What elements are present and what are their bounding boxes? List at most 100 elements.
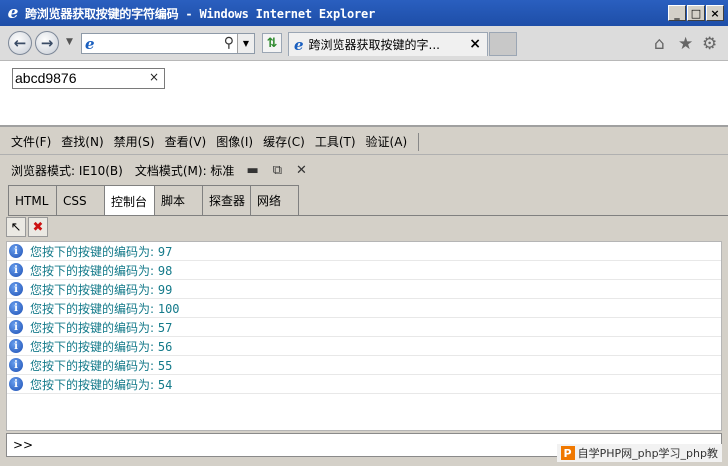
console-row: i 您按下的按键的编码为: 100 — [7, 299, 721, 318]
back-icon[interactable]: ← — [8, 31, 32, 55]
gear-icon[interactable]: ⚙ — [702, 34, 717, 54]
console-message: 您按下的按键的编码为: 100 — [30, 300, 180, 317]
tab-profiler[interactable]: 探查器 — [202, 185, 251, 215]
message-prefix: 您按下的按键的编码为: — [30, 244, 158, 259]
message-prefix: 您按下的按键的编码为: — [30, 377, 158, 392]
devtools-menu-bar: 文件(F) 查找(N) 禁用(S) 查看(V) 图像(I) 缓存(C) 工具(T… — [0, 129, 728, 155]
home-icon[interactable]: ⌂ — [654, 34, 665, 54]
console-row: i 您按下的按键的编码为: 54 — [7, 375, 721, 394]
key-code: 98 — [157, 263, 173, 278]
menu-images[interactable]: 图像(I) — [216, 133, 253, 150]
console-toolbar: ↖ ✖ — [6, 217, 48, 239]
close-devtools-icon[interactable]: ✕ — [296, 163, 307, 178]
console-row: i 您按下的按键的编码为: 97 — [7, 242, 721, 261]
tab-html[interactable]: HTML — [8, 185, 57, 215]
minimize-button[interactable]: _ — [668, 5, 686, 21]
menu-disable[interactable]: 禁用(S) — [114, 133, 155, 150]
key-code: 100 — [157, 301, 180, 316]
watermark: P 自学PHP网_php学习_php教 — [556, 444, 722, 462]
navigation-bar: ← → ▼ e ⚲ ▼ ⇅ e 跨浏览器获取按键的字... × ⌂ ★ ⚙ — [0, 26, 728, 61]
new-tab-button[interactable] — [489, 32, 517, 56]
info-icon: i — [9, 377, 23, 391]
message-prefix: 您按下的按键的编码为: — [30, 301, 158, 316]
key-input[interactable]: abcd9876 — [12, 68, 165, 89]
refresh-icon[interactable]: ⇅ — [262, 33, 282, 53]
tab-close-icon[interactable]: × — [469, 36, 481, 52]
message-prefix: 您按下的按键的编码为: — [30, 263, 158, 278]
console-row: i 您按下的按键的编码为: 56 — [7, 337, 721, 356]
devtools-tabs: HTML CSS 控制台 脚本 探查器 网络 — [8, 185, 299, 216]
info-icon: i — [9, 339, 23, 353]
menu-find[interactable]: 查找(N) — [61, 133, 103, 150]
info-icon: i — [9, 301, 23, 315]
key-code: 97 — [157, 244, 173, 259]
menu-file[interactable]: 文件(F) — [11, 133, 51, 150]
menu-cache[interactable]: 缓存(C) — [263, 133, 305, 150]
address-bar[interactable]: e ⚲ ▼ — [81, 33, 255, 54]
key-code: 57 — [157, 320, 173, 335]
title-bar: e 跨浏览器获取按键的字符编码 - Windows Internet Explo… — [0, 0, 728, 26]
info-icon: i — [9, 263, 23, 277]
console-message: 您按下的按键的编码为: 54 — [30, 376, 172, 393]
console-message: 您按下的按键的编码为: 99 — [30, 281, 172, 298]
console-output: i 您按下的按键的编码为: 97 i 您按下的按键的编码为: 98 i 您按下的按键的编码… — [6, 241, 722, 431]
page-content: abcd9876 × — [0, 61, 728, 125]
console-message: 您按下的按键的编码为: 56 — [30, 338, 172, 355]
key-code: 55 — [157, 358, 173, 373]
console-message: 您按下的按键的编码为: 57 — [30, 319, 172, 336]
tab-css[interactable]: CSS — [56, 185, 105, 215]
console-message: 您按下的按键的编码为: 98 — [30, 262, 172, 279]
console-row: i 您按下的按键的编码为: 55 — [7, 356, 721, 375]
window-controls: _ □ × — [668, 5, 724, 21]
clear-icon[interactable]: × — [149, 70, 159, 84]
tab-divider — [8, 215, 728, 216]
info-icon: i — [9, 320, 23, 334]
info-icon: i — [9, 244, 23, 258]
tab-network[interactable]: 网络 — [250, 185, 299, 215]
browser-tab[interactable]: e 跨浏览器获取按键的字... × — [288, 32, 488, 56]
clear-console-icon[interactable]: ✖ — [28, 217, 48, 237]
console-row: i 您按下的按键的编码为: 99 — [7, 280, 721, 299]
info-icon: i — [9, 282, 23, 296]
php-logo-icon: P — [560, 446, 575, 460]
browser-mode-menu[interactable]: 浏览器模式: IE10(B) — [11, 162, 123, 179]
star-icon[interactable]: ★ — [678, 34, 693, 54]
maximize-button[interactable]: □ — [687, 5, 705, 21]
watermark-text: 自学PHP网_php学习_php教 — [577, 447, 718, 460]
menu-tools[interactable]: 工具(T) — [315, 133, 356, 150]
menu-separator — [418, 132, 420, 151]
key-code: 54 — [157, 377, 173, 392]
key-code: 56 — [157, 339, 173, 354]
forward-icon[interactable]: → — [35, 31, 59, 55]
message-prefix: 您按下的按键的编码为: — [30, 358, 158, 373]
console-message: 您按下的按键的编码为: 55 — [30, 357, 172, 374]
tab-title: 跨浏览器获取按键的字... — [308, 38, 440, 52]
mode-bar: 浏览器模式: IE10(B) 文档模式(M): 标准 ▬ ⧉ ✕ — [0, 157, 728, 183]
minimize-devtools-icon[interactable]: ▬ — [246, 163, 258, 178]
key-code: 99 — [157, 282, 173, 297]
ie-logo-icon: e — [7, 3, 19, 23]
message-prefix: 您按下的按键的编码为: — [30, 320, 158, 335]
console-prompt: >> — [13, 438, 34, 452]
message-prefix: 您按下的按键的编码为: — [30, 282, 158, 297]
page-icon: e — [85, 35, 95, 53]
console-row: i 您按下的按键的编码为: 98 — [7, 261, 721, 280]
console-row: i 您按下的按键的编码为: 57 — [7, 318, 721, 337]
select-element-icon[interactable]: ↖ — [6, 217, 26, 237]
search-icon[interactable]: ⚲ — [224, 35, 234, 51]
info-icon: i — [9, 358, 23, 372]
window-title: 跨浏览器获取按键的字符编码 - Windows Internet Explore… — [25, 6, 376, 21]
tab-ie-icon: e — [294, 35, 304, 54]
tab-script[interactable]: 脚本 — [154, 185, 203, 215]
tab-console[interactable]: 控制台 — [104, 185, 155, 216]
developer-tools: 文件(F) 查找(N) 禁用(S) 查看(V) 图像(I) 缓存(C) 工具(T… — [0, 125, 728, 466]
menu-view[interactable]: 查看(V) — [165, 133, 207, 150]
document-mode-menu[interactable]: 文档模式(M): 标准 — [135, 162, 235, 179]
menu-validate[interactable]: 验证(A) — [366, 133, 408, 150]
undock-devtools-icon[interactable]: ⧉ — [273, 163, 282, 178]
history-dropdown-icon[interactable]: ▼ — [66, 37, 73, 47]
message-prefix: 您按下的按键的编码为: — [30, 339, 158, 354]
address-dropdown-icon[interactable]: ▼ — [237, 34, 254, 53]
console-message: 您按下的按键的编码为: 97 — [30, 243, 172, 260]
close-button[interactable]: × — [706, 5, 724, 21]
